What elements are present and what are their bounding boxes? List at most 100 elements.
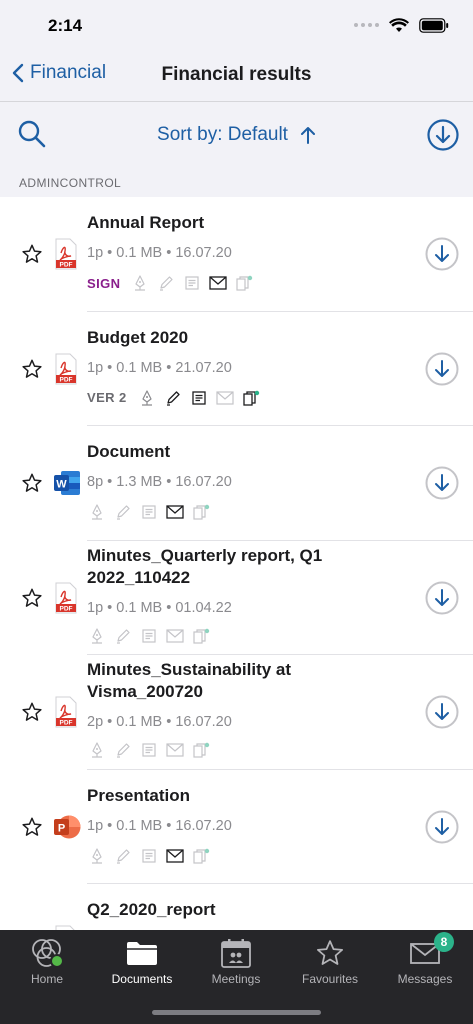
download-all-icon[interactable]	[427, 119, 459, 151]
tab-label: Documents	[111, 972, 173, 986]
versions-icon[interactable]	[191, 627, 211, 645]
favourites-tab-icon-wrap	[283, 936, 377, 970]
star-icon[interactable]	[21, 587, 43, 609]
document-actions: SIGN	[87, 274, 254, 292]
notes-icon[interactable]	[139, 627, 159, 645]
download-icon[interactable]	[425, 466, 459, 500]
document-meta: 1p • 0.1 MB • 16.07.20	[87, 245, 232, 261]
powerpoint-icon: P	[54, 815, 81, 838]
pdf-icon: PDF	[55, 696, 77, 728]
download-icon[interactable]	[425, 237, 459, 271]
star-icon[interactable]	[21, 472, 43, 494]
toolbar: Sort by: Default	[0, 102, 473, 170]
sign-pen-icon[interactable]	[87, 741, 107, 759]
document-row[interactable]: P Presentation 1p • 0.1 MB • 16.07.20	[0, 770, 473, 884]
mail-icon[interactable]	[165, 741, 185, 759]
versions-icon[interactable]	[241, 389, 261, 407]
versions-icon[interactable]	[191, 741, 211, 759]
status-icons	[354, 17, 449, 33]
star-icon[interactable]	[21, 358, 43, 380]
document-title: Minutes_Sustainability at Visma_200720	[87, 660, 292, 701]
arrow-up-icon	[300, 127, 315, 144]
notes-icon[interactable]	[139, 741, 159, 759]
folder-icon	[127, 942, 157, 965]
document-row[interactable]: Q2_2020_report	[0, 884, 473, 930]
mail-icon[interactable]	[165, 847, 185, 865]
home-status-dot	[50, 954, 64, 968]
signal-icon	[354, 23, 379, 27]
pencil-icon[interactable]	[163, 389, 183, 407]
sign-badge[interactable]: SIGN	[87, 276, 120, 291]
notes-icon[interactable]	[139, 503, 159, 521]
page-title-text: Financial results	[161, 64, 312, 85]
nav-header: Financial Financial results	[0, 50, 473, 102]
mail-icon[interactable]	[165, 503, 185, 521]
notes-icon[interactable]	[139, 847, 159, 865]
tab-documents[interactable]: Documents	[95, 936, 189, 986]
pencil-icon[interactable]	[113, 741, 133, 759]
tab-label: Messages	[397, 972, 453, 986]
document-meta: 8p • 1.3 MB • 16.07.20	[87, 474, 232, 490]
document-list: PDF Annual Report 1p • 0.1 MB • 16.07.20…	[0, 197, 473, 930]
pencil-icon[interactable]	[156, 274, 176, 292]
download-icon[interactable]	[425, 695, 459, 729]
pdf-icon-label: PDF	[60, 262, 73, 269]
pencil-icon[interactable]	[113, 627, 133, 645]
word-icon-label: W	[56, 479, 67, 491]
pdf-icon-label: PDF	[60, 376, 73, 383]
sign-pen-icon[interactable]	[87, 847, 107, 865]
sign-pen-icon[interactable]	[137, 389, 157, 407]
mail-icon[interactable]	[165, 627, 185, 645]
pdf-icon: PDF	[55, 353, 77, 384]
star-icon[interactable]	[21, 243, 43, 265]
word-icon: W	[54, 471, 80, 495]
document-row[interactable]: PDF Minutes_Sustainability at Visma_2007…	[0, 655, 473, 770]
document-row[interactable]: PDF Annual Report 1p • 0.1 MB • 16.07.20…	[0, 197, 473, 312]
pencil-icon[interactable]	[113, 847, 133, 865]
tab-meetings[interactable]: Meetings	[189, 936, 283, 986]
document-row[interactable]: PDF Budget 2020 1p • 0.1 MB • 21.07.20 V…	[0, 312, 473, 426]
notes-icon[interactable]	[189, 389, 209, 407]
document-title: Budget 2020	[87, 327, 189, 347]
versions-icon[interactable]	[191, 503, 211, 521]
tab-favourites[interactable]: Favourites	[283, 936, 377, 986]
page-title: Financial results	[0, 64, 473, 86]
sort-label: Sort by: Default	[157, 124, 288, 145]
tab-home[interactable]: Home	[0, 936, 94, 986]
document-title: Document	[87, 442, 171, 461]
document-meta: 1p • 0.1 MB • 16.07.20	[87, 817, 232, 834]
sort-button[interactable]: Sort by: Default	[0, 124, 473, 146]
star-icon[interactable]	[21, 816, 43, 838]
document-actions	[87, 627, 211, 645]
document-row[interactable]: W Document 8p • 1.3 MB • 16.07.20	[0, 426, 473, 541]
tab-label: Favourites	[301, 972, 359, 986]
mail-icon[interactable]	[215, 389, 235, 407]
messages-tab-icon-wrap: 8	[378, 932, 472, 970]
versions-icon[interactable]	[234, 274, 254, 292]
notes-icon[interactable]	[182, 274, 202, 292]
document-actions	[87, 503, 211, 521]
download-icon[interactable]	[425, 352, 459, 386]
tab-bar: Home Documents Meetings Favourites 8 Mes…	[0, 930, 473, 1024]
version-badge[interactable]: VER 2	[87, 390, 127, 405]
status-time: 2:14	[48, 16, 83, 35]
mail-icon[interactable]	[208, 274, 228, 292]
pencil-icon[interactable]	[113, 503, 133, 521]
powerpoint-icon-label: P	[58, 822, 65, 834]
sign-pen-icon[interactable]	[87, 503, 107, 521]
sign-pen-icon[interactable]	[130, 274, 150, 292]
star-icon[interactable]	[21, 701, 43, 723]
section-label: ADMINCONTROL	[19, 176, 122, 190]
tab-messages[interactable]: 8 Messages	[378, 932, 472, 986]
messages-badge: 8	[434, 932, 454, 952]
tab-label: Meetings	[211, 972, 261, 986]
versions-icon[interactable]	[191, 847, 211, 865]
download-icon[interactable]	[425, 581, 459, 615]
document-actions: VER 2	[87, 389, 261, 407]
document-title: Annual Report	[87, 213, 205, 232]
sign-pen-icon[interactable]	[87, 627, 107, 645]
documents-tab-icon-wrap	[95, 936, 189, 970]
document-row[interactable]: PDF Minutes_Quarterly report, Q1 2022_11…	[0, 541, 473, 655]
download-icon[interactable]	[425, 810, 459, 844]
calendar-icon	[221, 939, 251, 968]
